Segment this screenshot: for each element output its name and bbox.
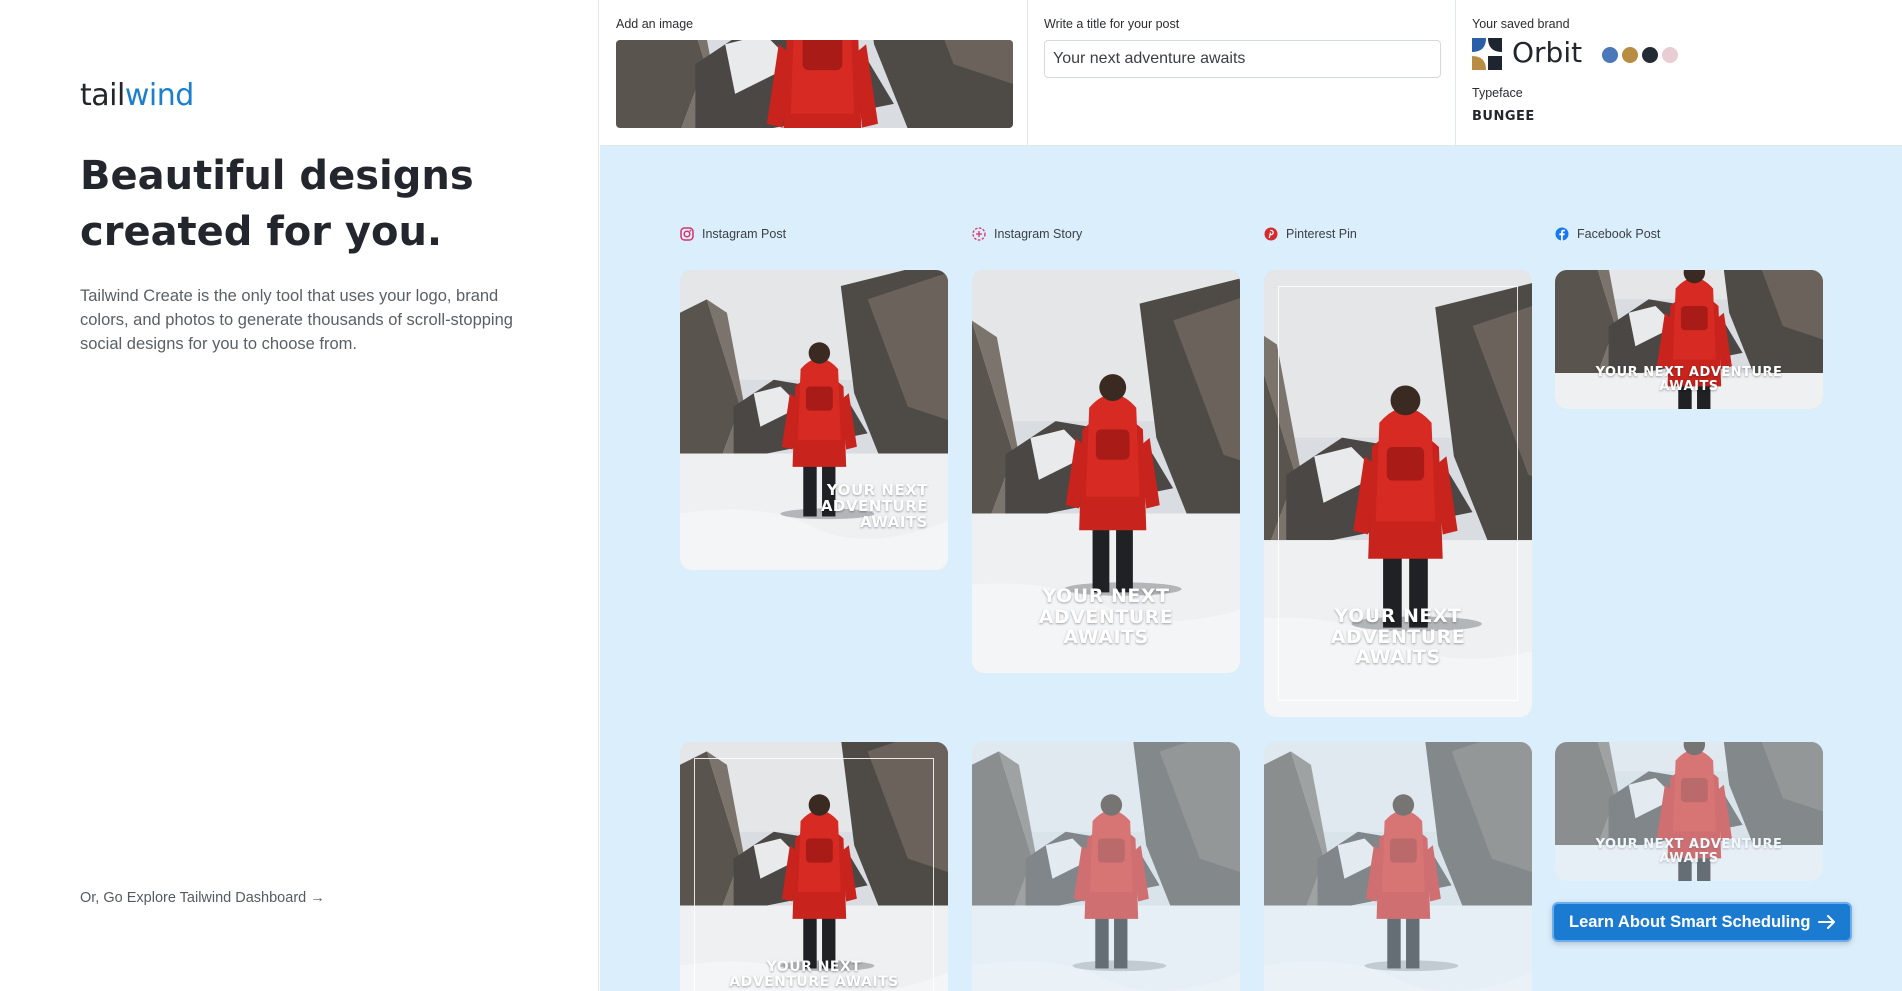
column-label: Instagram Post [702, 227, 787, 241]
design-card-instagram-story[interactable]: Your next adventure awaits [972, 270, 1240, 673]
design-card-instagram-story[interactable] [972, 742, 1240, 991]
design-preview-panel: Add an image Write a title for your post… [600, 0, 1902, 991]
card-frame-border [694, 758, 934, 991]
card-title-text: Your next adventure awaits [1038, 585, 1174, 649]
pinterest-icon [1264, 227, 1278, 241]
column-header-instagram-story: Instagram Story [972, 227, 1082, 241]
brand-section: Your saved brand Orbit Typeface BUNGEE [1456, 0, 1902, 146]
brand-color-swatch [1602, 47, 1618, 63]
arrow-right-icon [1818, 915, 1835, 929]
card-title-text: Your next adventure awaits [1330, 605, 1466, 669]
image-label: Add an image [616, 17, 694, 31]
column-label: Pinterest Pin [1286, 227, 1357, 241]
column-header-facebook-post: Facebook Post [1555, 227, 1660, 241]
column-label: Facebook Post [1577, 227, 1661, 241]
brand-color-swatches [1602, 47, 1678, 63]
design-card-facebook-post[interactable]: Your next adventure awaits [1555, 742, 1823, 881]
column-header-instagram-post: Instagram Post [680, 227, 786, 241]
brand-color-swatch [1642, 47, 1658, 63]
left-panel: tailwind Beautiful designs created for y… [0, 0, 599, 991]
facebook-icon [1555, 227, 1569, 241]
explore-dashboard-link[interactable]: Or, Go Explore Tailwind Dashboard → [80, 890, 325, 906]
card-title-text: Your next adventure awaits [729, 959, 899, 991]
title-label: Write a title for your post [1044, 17, 1180, 31]
design-card-instagram-post[interactable]: Your next adventure awaits [680, 270, 948, 570]
hiker-image [972, 742, 1240, 991]
typeface-label: Typeface [1472, 86, 1523, 100]
design-card-pinterest-pin[interactable]: Your next adventure awaits [1264, 270, 1532, 717]
tailwind-logo[interactable]: tailwind [80, 78, 194, 113]
post-title-input[interactable] [1044, 40, 1441, 78]
hiker-image [1264, 742, 1532, 991]
brand-label: Your saved brand [1472, 17, 1570, 31]
card-title-text: Your next adventure awaits [1595, 837, 1783, 867]
learn-smart-scheduling-button[interactable]: Learn About Smart Scheduling [1552, 902, 1852, 942]
column-label: Instagram Story [994, 227, 1083, 241]
brand-color-swatch [1662, 47, 1678, 63]
brand-name: Orbit [1512, 36, 1583, 69]
orbit-logo-icon [1472, 38, 1502, 70]
post-settings-bar: Add an image Write a title for your post… [600, 0, 1902, 146]
design-card-instagram-post[interactable]: Your next adventure awaits [680, 742, 948, 991]
instagram-story-icon [972, 227, 986, 241]
column-header-pinterest-pin: Pinterest Pin [1264, 227, 1357, 241]
design-card-pinterest-pin[interactable] [1264, 742, 1532, 991]
page-title: Beautiful designs created for you. [80, 153, 474, 255]
page-description: Tailwind Create is the only tool that us… [80, 287, 513, 353]
hiker-image [616, 40, 1013, 128]
title-section: Write a title for your post [1028, 0, 1456, 146]
cta-label: Learn About Smart Scheduling [1569, 912, 1811, 931]
typeface-value: BUNGEE [1472, 109, 1535, 124]
card-title-text: Your next adventure awaits [1595, 365, 1783, 395]
image-section: Add an image [600, 0, 1028, 146]
brand-color-swatch [1622, 47, 1638, 63]
uploaded-image-thumbnail[interactable] [616, 40, 1013, 128]
design-card-facebook-post[interactable]: Your next adventure awaits [1555, 270, 1823, 409]
instagram-icon [680, 227, 694, 241]
card-title-text: Your next adventure awaits [820, 481, 928, 532]
